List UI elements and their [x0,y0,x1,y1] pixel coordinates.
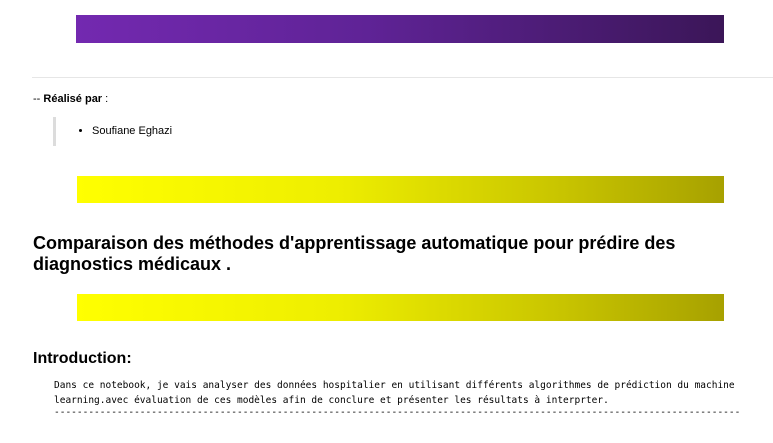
notebook-title: Comparaison des méthodes d'apprentissage… [33,233,676,274]
credits-line: -- Réalisé par : [33,92,108,106]
introduction-heading: Introduction: [33,350,132,367]
author-list: Soufiane Eghazi [78,124,172,138]
introduction-text: Dans ce notebook, je vais analyser des d… [54,380,741,406]
blockquote-bar [53,117,56,146]
credits-suffix: : [102,93,109,105]
yellow-banner-bottom [77,294,724,321]
purple-banner [76,15,724,43]
notebook-page: -- Réalisé par : Soufiane Eghazi Compara… [0,0,773,443]
author-item: Soufiane Eghazi [92,124,172,138]
dashed-separator: ----------------------------------------… [54,407,741,418]
yellow-banner-top [77,176,724,203]
horizontal-rule [32,77,773,78]
credits-prefix: -- [33,93,44,105]
credits-label: Réalisé par [43,93,103,105]
